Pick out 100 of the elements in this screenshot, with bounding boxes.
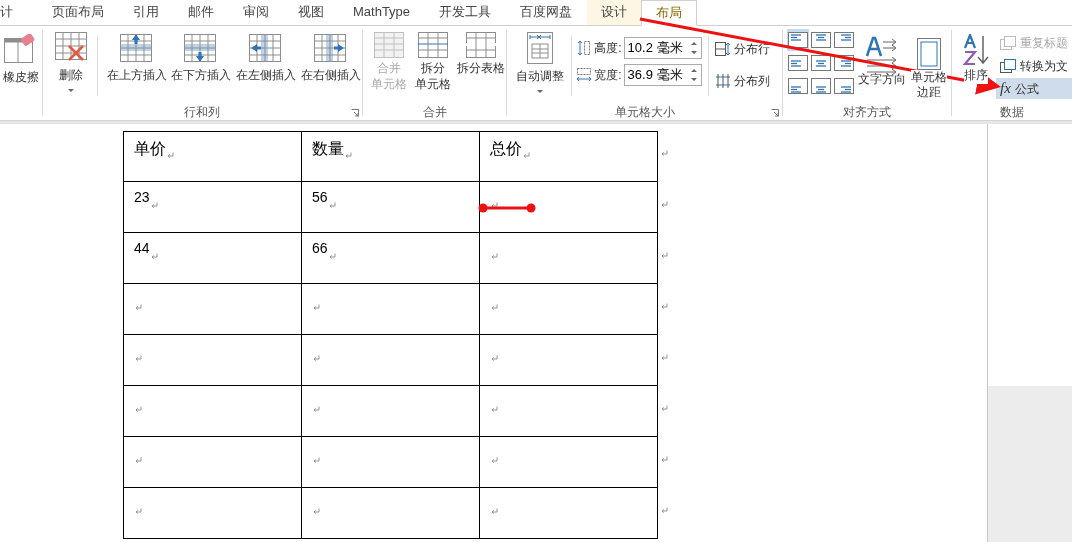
paragraph-mark-icon [491, 304, 498, 312]
insert-table-icon [313, 32, 348, 64]
dialog-launcher-icon[interactable] [351, 109, 359, 117]
convert-to-text-icon [1000, 58, 1016, 73]
delete-button[interactable]: 删除 [51, 32, 91, 93]
insert-button[interactable]: 在上方插入 [105, 32, 168, 84]
align-icon [811, 55, 831, 71]
ribbon-tab[interactable]: 页面布局 [38, 0, 118, 25]
align-icon [811, 32, 831, 48]
ribbon-tab[interactable]: 邮件 [174, 0, 228, 25]
paragraph-mark-icon [135, 508, 142, 516]
height-field[interactable]: 10.2 毫米 [623, 37, 702, 59]
table-cell: 数量 [301, 131, 479, 182]
ribbon-tab[interactable]: 计 [0, 0, 38, 25]
paragraph-mark-icon [328, 253, 336, 261]
align-button[interactable] [810, 52, 832, 74]
ribbon-tab[interactable]: 开发工具 [425, 0, 506, 25]
paragraph-mark-icon [491, 253, 498, 261]
table-cell: 56 [301, 182, 479, 233]
formula-button[interactable]: fx 公式 [996, 78, 1072, 99]
table-cell: 总价 [479, 131, 658, 182]
paragraph-mark-icon [661, 303, 668, 311]
distribute-rows-button[interactable]: 分布行 [714, 40, 770, 58]
distribute-columns-button[interactable]: 分布列 [714, 72, 770, 90]
dialog-launcher-icon[interactable] [771, 109, 779, 117]
paragraph-mark-icon [167, 152, 174, 160]
table-cell: 23 [123, 182, 301, 233]
align-button[interactable] [787, 52, 809, 74]
insert-button[interactable]: 在右侧插入 [299, 32, 362, 84]
align-icon [788, 78, 808, 94]
eraser-icon [4, 34, 38, 64]
insert-button[interactable]: 在下方插入 [169, 32, 233, 84]
sort-button[interactable]: 排序 [962, 32, 990, 84]
group-title: 数据 [1000, 104, 1024, 121]
split-cells-button[interactable]: 拆分 单元格 [412, 32, 453, 92]
align-button[interactable] [787, 75, 809, 97]
table-cell: 单价 [123, 131, 301, 182]
paragraph-mark-icon [661, 507, 668, 515]
paragraph-mark-icon [491, 406, 498, 414]
convert-to-text-button[interactable]: 转换为文 [996, 55, 1072, 76]
ribbon-tab[interactable]: 视图 [284, 0, 338, 25]
text-direction-button[interactable]: 文字方向 [857, 29, 907, 88]
align-button[interactable] [833, 29, 855, 51]
group-title: 合并 [422, 104, 447, 121]
width-field[interactable]: 36.9 毫米 [623, 64, 702, 86]
ribbon-tab[interactable]: MathType [339, 0, 425, 25]
ribbon-tab[interactable]: 百度网盘 [506, 0, 587, 25]
paragraph-mark-icon [135, 406, 142, 414]
delete-table-icon [54, 32, 87, 62]
ribbon-tab[interactable]: 布局 [641, 0, 698, 26]
cell-margins-button[interactable]: 单元格 边距 [909, 29, 949, 100]
insert-table-icon [119, 32, 154, 64]
row-height-icon [576, 40, 593, 56]
align-button[interactable] [810, 75, 832, 97]
autofit-icon [527, 32, 554, 64]
ribbon-tab[interactable]: 审阅 [229, 0, 283, 25]
paragraph-mark-icon [661, 150, 668, 158]
table-cell: 44 [123, 233, 301, 284]
align-button[interactable] [833, 75, 855, 97]
repeat-header-icon [1000, 35, 1016, 50]
split-table-button[interactable]: 拆分表格 [456, 32, 505, 76]
eraser-button[interactable]: 橡皮擦 [0, 34, 42, 86]
table-grid-icon [417, 32, 448, 60]
align-icon [834, 32, 854, 48]
table-cell: 66 [301, 233, 479, 284]
paragraph-mark-icon [313, 457, 320, 465]
sort-icon [962, 34, 990, 66]
distribute-rows-icon [714, 42, 731, 56]
paragraph-mark-icon [491, 508, 498, 516]
spinner-icon[interactable] [690, 40, 697, 56]
table-grid-icon [373, 32, 404, 60]
ribbon-tab[interactable]: 设计 [587, 0, 642, 25]
paragraph-mark-icon [135, 355, 142, 363]
insert-table-icon [248, 32, 283, 64]
paragraph-mark-icon [313, 355, 320, 363]
insert-button[interactable]: 在左侧插入 [234, 32, 298, 84]
insert-table-icon [184, 32, 219, 64]
paragraph-mark-icon [661, 252, 668, 260]
paragraph-mark-icon [345, 152, 352, 160]
caret-icon [67, 89, 74, 93]
align-icon [788, 55, 808, 71]
paragraph-mark-icon [661, 354, 668, 362]
paragraph-mark-icon [150, 253, 158, 261]
paragraph-mark-icon [661, 456, 668, 464]
autofit-button[interactable]: 自动调整 [513, 32, 568, 94]
align-icon [788, 32, 808, 48]
ribbon-tab[interactable]: 引用 [119, 0, 173, 25]
cell-margins-icon [917, 38, 941, 70]
align-icon [834, 78, 854, 94]
paragraph-mark-icon [661, 201, 668, 209]
align-button[interactable] [810, 29, 832, 51]
field-label: 宽度: [594, 67, 622, 84]
paragraph-mark-icon [491, 457, 498, 465]
distribute-columns-icon [714, 74, 731, 88]
paragraph-mark-icon [150, 202, 158, 210]
annotation-marker-line [478, 203, 536, 213]
spinner-icon[interactable] [690, 67, 697, 83]
column-width-icon [576, 67, 593, 83]
group-title: 行和列 [184, 104, 221, 121]
paragraph-mark-icon [135, 304, 142, 312]
